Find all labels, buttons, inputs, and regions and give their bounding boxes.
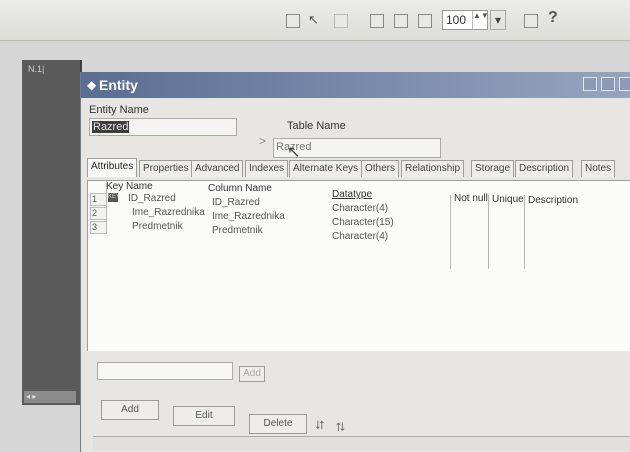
- column-datatype[interactable]: Character(15): [332, 217, 394, 228]
- header-datatype: Datatype: [332, 189, 373, 200]
- column-datatype[interactable]: Character(4): [332, 203, 388, 214]
- edit-button[interactable]: Edit: [173, 406, 235, 426]
- column-name[interactable]: ID_Razred: [212, 197, 260, 208]
- tab-advanced[interactable]: Advanced: [191, 160, 244, 177]
- header-name: Name: [126, 181, 153, 192]
- grid-tool-icon[interactable]: [370, 14, 384, 28]
- tab-others[interactable]: Others: [361, 160, 400, 177]
- primary-key-icon: KEY: [108, 193, 121, 202]
- navigator-scrollbar[interactable]: ◂ ▸: [24, 391, 76, 403]
- zoom-value: 100: [446, 13, 467, 27]
- row-number[interactable]: 3: [90, 221, 107, 234]
- entity-name-field[interactable]: Razred: [89, 118, 237, 136]
- model-navigator-panel: N.1| ◂ ▸: [22, 60, 82, 405]
- row-number[interactable]: 1: [90, 193, 107, 206]
- navigator-label: N.1|: [28, 64, 45, 74]
- tab-relationship[interactable]: Relationship: [401, 160, 465, 177]
- grid-divider: [450, 195, 451, 269]
- down-arrows-icon[interactable]: ⮁: [335, 420, 345, 435]
- attribute-name[interactable]: ID_Razred: [128, 193, 176, 204]
- header-not-null: Not null: [454, 193, 488, 204]
- tab-notes[interactable]: Notes: [581, 160, 616, 177]
- tab-storage[interactable]: Storage: [471, 160, 515, 177]
- table-name-label: Table Name: [287, 120, 346, 132]
- hand-tool-icon[interactable]: [334, 14, 348, 28]
- row-number[interactable]: 2: [90, 207, 107, 220]
- new-attribute-input[interactable]: [97, 362, 233, 380]
- header-description: Description: [528, 195, 579, 206]
- column-datatype[interactable]: Character(4): [332, 231, 388, 242]
- add-button[interactable]: Add: [101, 400, 159, 420]
- entity-name-label: Entity Name: [89, 104, 149, 116]
- header-key: Key: [106, 181, 124, 192]
- entity-icon: ◆: [87, 78, 97, 92]
- toolbar: ↖ 100 ▲▼ ▾ ?: [0, 0, 630, 41]
- entity-dialog: ◆ Entity Entity Name Razred > Table Name…: [80, 72, 630, 452]
- grid-divider: [524, 195, 525, 269]
- select-tool-icon[interactable]: [286, 14, 300, 28]
- close-icon[interactable]: [619, 77, 630, 91]
- header-column-name: Column Name: [208, 183, 272, 194]
- header-unique: Unique: [492, 194, 524, 205]
- pointer-tool-icon[interactable]: ↖: [308, 12, 322, 27]
- tab-indexes[interactable]: Indexes: [245, 160, 289, 177]
- attributes-grid[interactable]: Key Name Column Name Datatype Not null U…: [87, 180, 630, 351]
- add-inline-button[interactable]: Add: [239, 366, 265, 382]
- properties-tool-icon[interactable]: [524, 14, 538, 28]
- mouse-cursor-icon: ↖: [287, 144, 301, 161]
- dialog-title: Entity: [99, 77, 138, 93]
- layout-tool-icon[interactable]: [418, 14, 432, 28]
- help-button[interactable]: ?: [548, 9, 558, 27]
- minimize-icon[interactable]: [583, 77, 597, 91]
- zoom-spinner[interactable]: ▲▼: [472, 11, 489, 29]
- tab-attributes[interactable]: Attributes: [87, 158, 138, 177]
- delete-button[interactable]: Delete: [249, 414, 307, 434]
- maximize-icon[interactable]: [601, 77, 615, 91]
- grid-divider: [488, 195, 489, 269]
- tab-properties[interactable]: Properties: [139, 160, 193, 177]
- tab-description[interactable]: Description: [515, 160, 574, 177]
- dialog-titlebar: ◆ Entity: [81, 72, 630, 98]
- up-arrows-icon[interactable]: ⮃: [315, 418, 325, 433]
- tab-alternate-keys[interactable]: Alternate Keys: [289, 160, 363, 177]
- name-separator: >: [259, 134, 267, 148]
- zoom-dropdown-button[interactable]: ▾: [490, 10, 506, 30]
- attribute-name[interactable]: Predmetnik: [132, 221, 183, 232]
- column-name[interactable]: Ime_Razrednika: [212, 211, 285, 222]
- column-name[interactable]: Predmetnik: [212, 225, 263, 236]
- attribute-name[interactable]: Ime_Razrednika: [132, 207, 205, 218]
- font-tool-icon[interactable]: [394, 14, 408, 28]
- entity-name-value: Razred: [92, 121, 130, 133]
